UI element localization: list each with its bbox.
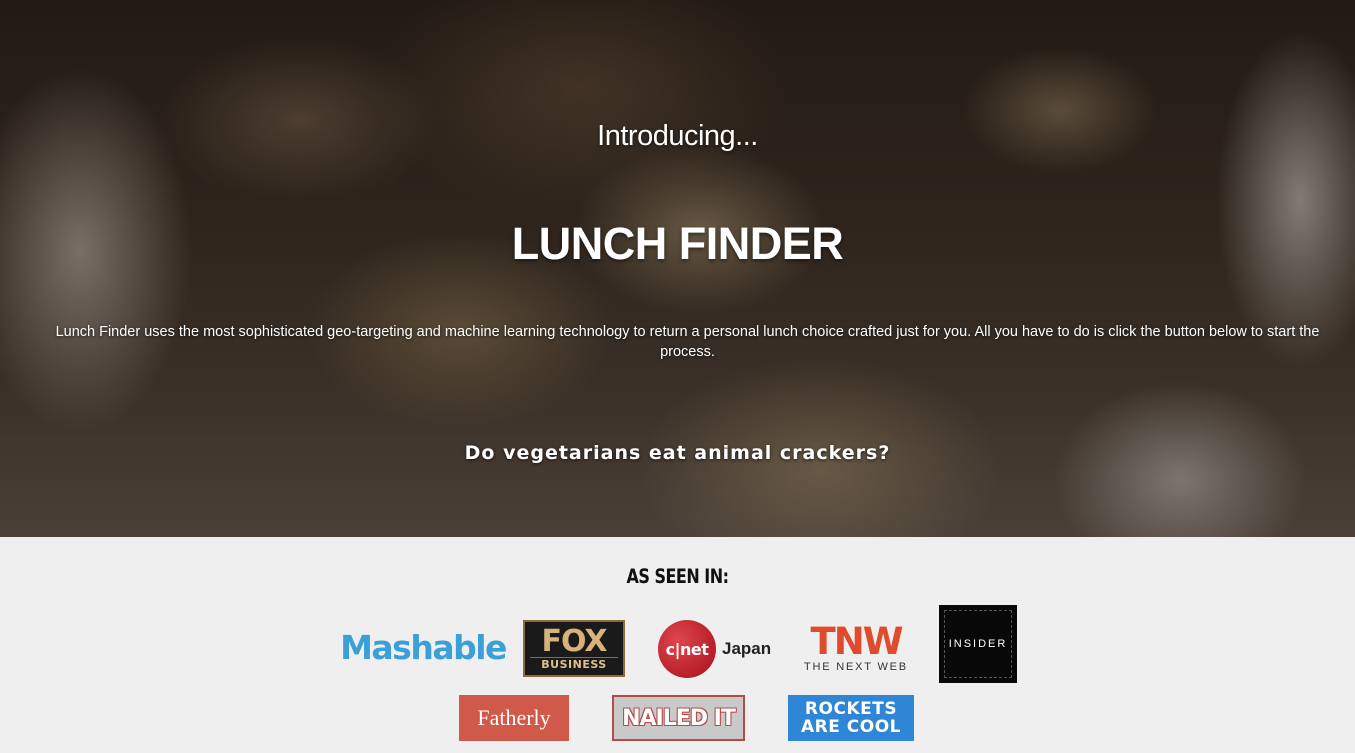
rockets-logo-line1: ROCKETS <box>804 699 898 719</box>
business-logo-text: BUSINESS <box>529 656 619 671</box>
tnw-logo-subtitle: THE NEXT WEB <box>804 661 908 673</box>
nailed-it-logo: NAILED IT <box>612 695 745 741</box>
page-title: LUNCH FINDER <box>511 218 844 269</box>
fox-business-logo: FOX BUSINESS <box>523 620 625 677</box>
hero-section: Introducing... LUNCH FINDER Lunch Finder… <box>0 0 1355 537</box>
cnet-circle: c|net <box>658 620 716 678</box>
tnw-logo-letters: TNW <box>810 620 903 663</box>
hero-description: Lunch Finder uses the most sophisticated… <box>55 324 1320 360</box>
rockets-are-cool-logo: ROCKETS ARE COOL <box>788 695 914 741</box>
as-seen-in-section: AS SEEN IN: Mashable FOX BUSINESS c|net … <box>0 537 1355 753</box>
rockets-logo-line2: ARE COOL <box>801 717 901 737</box>
tnw-logo: TNW THE NEXT WEB <box>797 620 915 676</box>
mashable-logo: Mashable <box>340 627 507 667</box>
start-question-button[interactable]: Do vegetarians eat animal crackers? <box>0 442 1355 464</box>
fatherly-logo: Fatherly <box>459 695 569 741</box>
intro-text: Introducing... <box>597 120 758 152</box>
insider-logo: INSIDER <box>939 605 1017 683</box>
cnet-japan-text: Japan <box>722 639 772 658</box>
fox-logo-text: FOX <box>541 623 607 659</box>
cnet-japan-logo: c|net Japan <box>658 619 776 679</box>
as-seen-in-heading: AS SEEN IN: <box>626 565 729 588</box>
hero-content: Introducing... LUNCH FINDER Lunch Finder… <box>0 0 1355 537</box>
